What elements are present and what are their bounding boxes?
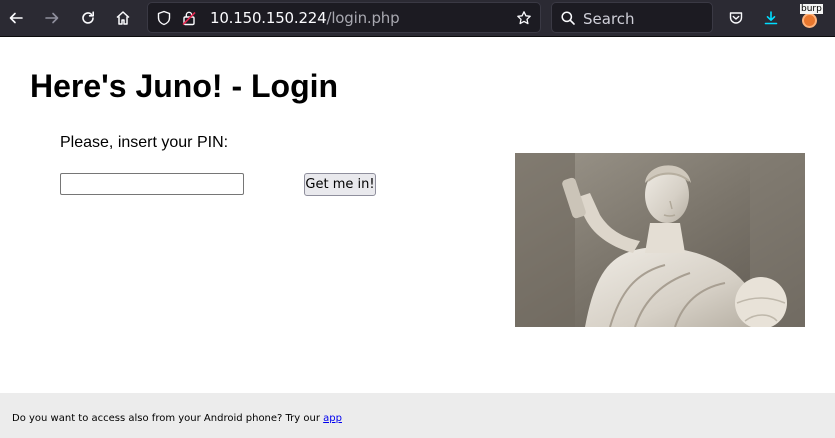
forward-button[interactable] (38, 4, 66, 32)
search-bar[interactable]: Search (551, 2, 713, 33)
url-host: 10.150.150.224 (210, 9, 327, 27)
pocket-button[interactable] (722, 4, 750, 32)
home-icon (116, 11, 130, 25)
login-submit-button[interactable]: Get me in! (304, 173, 376, 196)
pin-prompt-label: Please, insert your PIN: (60, 134, 229, 151)
statue-illustration (515, 153, 805, 327)
insecure-lock-icon[interactable] (181, 10, 197, 26)
android-app-link[interactable]: app (323, 413, 342, 424)
url-bar[interactable]: 10.150.150.224/login.php (147, 2, 541, 33)
page-footer: Do you want to access also from your And… (0, 393, 835, 438)
arrow-left-icon (9, 12, 23, 24)
footer-text: Do you want to access also from your And… (12, 413, 342, 424)
reload-icon (82, 11, 94, 24)
bookmark-star-icon[interactable] (516, 10, 532, 26)
download-icon (764, 11, 778, 25)
search-icon (561, 11, 575, 25)
browser-toolbar: 10.150.150.224/login.php Search burp (0, 0, 835, 37)
home-button[interactable] (109, 4, 137, 32)
pocket-icon (729, 12, 743, 24)
juno-statue-image (515, 153, 805, 327)
shield-icon[interactable] (156, 10, 172, 26)
footer-message: Do you want to access also from your And… (12, 413, 320, 424)
burp-icon (802, 13, 817, 28)
reload-button[interactable] (74, 4, 102, 32)
burp-extension-button[interactable]: burp (798, 2, 824, 30)
downloads-button[interactable] (757, 4, 785, 32)
url-text[interactable]: 10.150.150.224/login.php (210, 9, 400, 27)
search-placeholder: Search (583, 10, 635, 28)
arrow-right-icon (45, 12, 59, 24)
url-path: /login.php (326, 9, 400, 27)
back-button[interactable] (2, 4, 30, 32)
page-title: Here's Juno! - Login (30, 68, 339, 104)
pin-input[interactable] (60, 173, 244, 195)
burp-extension-label: burp (800, 4, 823, 14)
